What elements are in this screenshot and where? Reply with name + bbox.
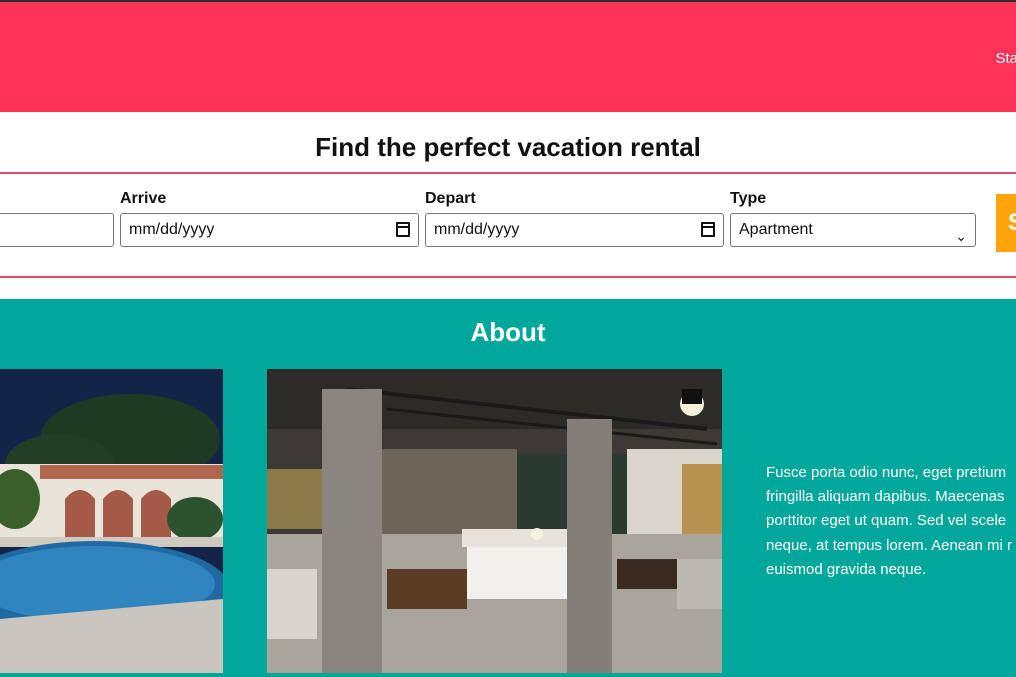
type-select-value: Apartment	[739, 221, 813, 238]
search-button[interactable]: S	[996, 194, 1016, 252]
chevron-down-icon: ⌄	[955, 228, 967, 244]
divider-bottom	[0, 276, 1016, 278]
nav-link[interactable]: Sta	[995, 50, 1016, 67]
calendar-icon[interactable]	[701, 222, 715, 237]
type-label: Type	[730, 190, 767, 207]
search-section: Find the perfect vacation rental Arrive …	[0, 112, 1016, 298]
about-text-line: porttitor eget ut quam. Sed vel scele	[766, 512, 1007, 530]
loft-bedroom-photo	[267, 369, 722, 673]
header-band: Sta	[0, 0, 1016, 112]
depart-field: Depart mm/dd/yyyy	[425, 190, 724, 247]
type-field: Type Apartment ⌄	[730, 190, 976, 247]
location-input[interactable]	[0, 213, 114, 247]
type-select[interactable]: Apartment ⌄	[730, 213, 976, 247]
calendar-icon[interactable]	[396, 222, 410, 237]
depart-date-input[interactable]: mm/dd/yyyy	[425, 213, 724, 247]
about-text-line: euismod gravida neque.	[766, 560, 927, 578]
about-text-line: fringilla aliquam dapibus. Maecenas	[766, 488, 1005, 506]
arrive-field: Arrive mm/dd/yyyy	[120, 190, 419, 247]
search-title: Find the perfect vacation rental	[315, 132, 701, 162]
depart-label: Depart	[425, 190, 476, 207]
about-section: About Fusce porta odio nunc, eget pretiu…	[0, 299, 1016, 677]
arrive-label: Arrive	[120, 190, 167, 207]
about-description: Fusce porta odio nunc, eget pretium frin…	[766, 461, 1016, 582]
arrive-placeholder: mm/dd/yyyy	[129, 221, 215, 238]
divider-top	[0, 172, 1016, 174]
about-text-line: Fusce porta odio nunc, eget pretium	[766, 464, 1007, 481]
arrive-date-input[interactable]: mm/dd/yyyy	[120, 213, 419, 247]
about-title: About	[470, 317, 546, 347]
depart-placeholder: mm/dd/yyyy	[434, 221, 520, 238]
about-text-line: neque, at tempus lorem. Aenean mi r	[766, 536, 1012, 554]
villa-pool-photo	[0, 369, 223, 673]
